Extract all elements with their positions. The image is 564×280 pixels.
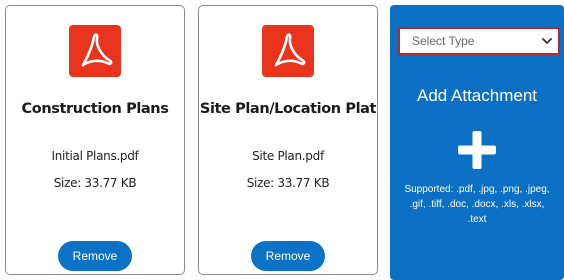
- remove-button[interactable]: Remove: [58, 241, 132, 271]
- add-attachment-title: Add Attachment: [416, 86, 538, 105]
- type-select-value: Select Type: [412, 34, 475, 48]
- attachment-title: Construction Plans: [21, 101, 169, 117]
- plus-icon[interactable]: [458, 131, 496, 169]
- attachment-card: Site Plan/Location Plat Site Plan.pdf Si…: [198, 5, 378, 275]
- remove-button[interactable]: Remove: [251, 241, 325, 271]
- file-size: Size: 33.77 KB: [53, 176, 137, 190]
- attachment-title: Site Plan/Location Plat: [199, 101, 377, 117]
- add-attachment-card[interactable]: Select Type Add Attachment Supported: .p…: [390, 5, 564, 280]
- pdf-file-icon: [69, 25, 121, 77]
- file-size: Size: 33.77 KB: [246, 176, 330, 190]
- type-select[interactable]: Select Type: [398, 27, 560, 55]
- attachment-card: Construction Plans Initial Plans.pdf Siz…: [5, 5, 185, 275]
- file-name: Initial Plans.pdf: [51, 149, 139, 163]
- chevron-down-icon: [542, 37, 552, 45]
- pdf-file-icon: [262, 25, 314, 77]
- supported-formats-text: Supported: .pdf, .jpg, .png, .jpeg, .gif…: [404, 184, 550, 225]
- file-name: Site Plan.pdf: [252, 149, 324, 163]
